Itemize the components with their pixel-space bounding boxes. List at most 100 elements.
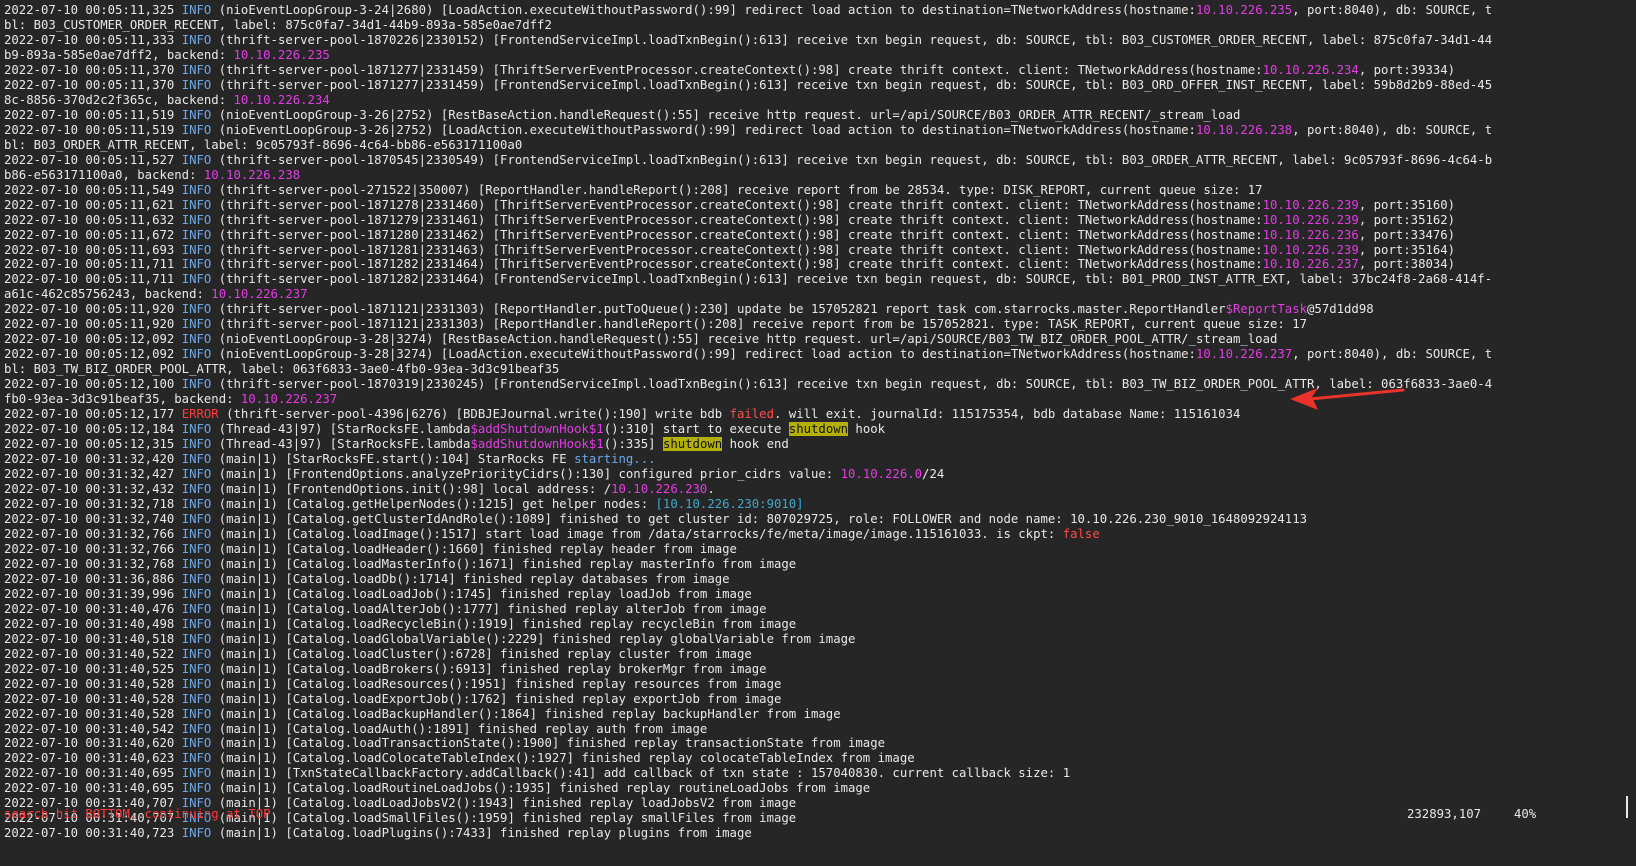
log-text: fb0-93ea-3d3c91beaf35, backend: xyxy=(4,392,241,407)
log-text: (thrift-server-pool-1871121|2331303) [Re… xyxy=(211,302,1226,317)
log-line: 2022-07-10 00:31:32,766 INFO (main|1) [C… xyxy=(4,542,1614,557)
log-text: , port:8040), db: SOURCE, t xyxy=(1292,3,1493,17)
log-text: 2022-07-10 00:31:40,695 xyxy=(4,766,182,781)
log-line: 2022-07-10 00:31:40,623 INFO (main|1) [C… xyxy=(4,751,1614,766)
ip-address: 10.10.226.239 xyxy=(1262,242,1359,257)
log-text: (main|1) [Catalog.loadMasterInfo():1671]… xyxy=(211,556,797,571)
log-text: 2022-07-10 00:05:11,711 xyxy=(4,272,182,287)
ip-address: 10.10.226.237 xyxy=(211,287,308,302)
log-text: 2022-07-10 00:05:12,315 xyxy=(4,437,182,452)
ip-address: 10.10.226.234 xyxy=(1262,62,1359,77)
log-line: 2022-07-10 00:05:11,325 INFO (nioEventLo… xyxy=(4,3,1614,18)
log-line: 2022-07-10 00:31:40,525 INFO (main|1) [C… xyxy=(4,662,1614,677)
log-text: 2022-07-10 00:05:12,092 xyxy=(4,332,182,347)
log-text: bl: B03_TW_BIZ_ORDER_POOL_ATTR, label: 0… xyxy=(4,362,560,377)
ip-address: 10.10.226.235 xyxy=(233,47,330,62)
ip-address: 10.10.226.235 xyxy=(1195,3,1293,17)
ip-address: 10.10.226.230 xyxy=(611,482,708,496)
log-text: 2022-07-10 00:05:11,711 xyxy=(4,257,182,272)
log-line: 2022-07-10 00:31:40,620 INFO (main|1) [C… xyxy=(4,736,1614,751)
ip-address: 10.10.226.237 xyxy=(240,392,338,407)
log-level-info: INFO xyxy=(181,646,212,661)
log-level-info: INFO xyxy=(181,332,212,347)
log-text: 2022-07-10 00:05:11,325 xyxy=(4,3,182,17)
log-text: 2022-07-10 00:05:12,100 xyxy=(4,377,182,392)
log-text: , port:33476) xyxy=(1358,227,1456,242)
log-text: /24 xyxy=(922,467,945,482)
log-text: 2022-07-10 00:31:40,476 xyxy=(4,601,182,616)
log-text: b86-e563171100a0, backend: xyxy=(4,167,204,182)
log-text: 2022-07-10 00:31:40,623 xyxy=(4,751,182,766)
log-text: (main|1) [Catalog.loadResources():1951] … xyxy=(211,676,782,691)
log-text: , port:35162) xyxy=(1358,212,1456,227)
ip-address: 10.10.226.239 xyxy=(1262,212,1359,227)
log-viewer[interactable]: 2022-07-10 00:05:11,325 INFO (nioEventLo… xyxy=(4,3,1614,841)
log-level-info: INFO xyxy=(181,781,212,796)
log-text: 2022-07-10 00:31:40,695 xyxy=(4,781,182,796)
log-text: (main|1) [Catalog.loadExportJob():1762] … xyxy=(211,691,782,706)
log-level-info: INFO xyxy=(181,257,212,272)
log-text: 2022-07-10 00:31:32,718 xyxy=(4,496,182,511)
log-level-info: INFO xyxy=(181,32,212,47)
log-text: 2022-07-10 00:05:12,177 xyxy=(4,407,182,422)
log-text: (thrift-server-pool-1871281|2331463) [Th… xyxy=(211,242,1263,257)
log-text: 2022-07-10 00:31:40,528 xyxy=(4,676,182,691)
log-text: (thrift-server-pool-1871282|2331464) [Th… xyxy=(211,257,1263,272)
log-level-info: INFO xyxy=(181,556,212,571)
log-text: (thrift-server-pool-1871280|2331462) [Th… xyxy=(211,227,1263,242)
log-text: b9-893a-585e0ae7dff2, backend: xyxy=(4,47,234,62)
log-level-info: INFO xyxy=(181,571,212,586)
ip-address: 10.10.226.236 xyxy=(1262,227,1359,242)
red-arrow-annotation xyxy=(1290,388,1405,410)
log-line: bl: B03_ORDER_ATTR_RECENT, label: 9c0579… xyxy=(4,138,1614,153)
log-text: 2022-07-10 00:05:11,621 xyxy=(4,197,182,212)
ip-address: 10.10.226.237 xyxy=(1262,257,1359,272)
log-line: b9-893a-585e0ae7dff2, backend: 10.10.226… xyxy=(4,48,1614,63)
log-level-info: INFO xyxy=(181,242,212,257)
log-level-info: INFO xyxy=(181,182,212,197)
log-level-info: INFO xyxy=(181,691,212,706)
log-line: 2022-07-10 00:05:11,672 INFO (thrift-ser… xyxy=(4,228,1614,243)
log-line: 2022-07-10 00:05:12,315 INFO (Thread-43|… xyxy=(4,437,1614,452)
log-text: 2022-07-10 00:31:40,528 xyxy=(4,691,182,706)
log-line: 2022-07-10 00:31:40,498 INFO (main|1) [C… xyxy=(4,617,1614,632)
log-line: 2022-07-10 00:05:11,693 INFO (thrift-ser… xyxy=(4,243,1614,258)
log-text: 2022-07-10 00:31:40,528 xyxy=(4,706,182,721)
log-level-error: ERROR xyxy=(181,407,219,422)
log-line: a61c-462c85756243, backend: 10.10.226.23… xyxy=(4,287,1614,302)
log-text: (main|1) [Catalog.getClusterIdAndRole():… xyxy=(211,511,1308,526)
log-line: 2022-07-10 00:31:32,427 INFO (main|1) [F… xyxy=(4,467,1614,482)
log-line: 2022-07-10 00:05:11,370 INFO (thrift-ser… xyxy=(4,78,1614,93)
log-text: 2022-07-10 00:05:11,672 xyxy=(4,227,182,242)
log-level-info: INFO xyxy=(181,751,212,766)
log-level-info: INFO xyxy=(181,661,212,676)
log-text: (thrift-server-pool-1870226|2330152) [Fr… xyxy=(211,32,1493,47)
log-line: 2022-07-10 00:31:32,718 INFO (main|1) [C… xyxy=(4,497,1614,512)
keyword: false xyxy=(1062,526,1100,541)
log-text: (main|1) [Catalog.loadBackupHandler():18… xyxy=(211,706,841,721)
log-line: 2022-07-10 00:05:12,184 INFO (Thread-43|… xyxy=(4,422,1614,437)
log-level-info: INFO xyxy=(181,706,212,721)
log-level-info: INFO xyxy=(181,62,212,77)
inner-class-name: $addShutdownHook$1 xyxy=(470,437,604,452)
terminal-window[interactable]: 2022-07-10 00:05:11,325 INFO (nioEventLo… xyxy=(0,0,1636,866)
log-level-info: INFO xyxy=(181,511,212,526)
log-text: (main|1) [Catalog.loadImage():1517] star… xyxy=(211,526,1063,541)
ip-address: 10.10.226.234 xyxy=(233,92,330,107)
log-text: , port:35164) xyxy=(1358,242,1456,257)
log-text: (main|1) [Catalog.loadDb():1714] finishe… xyxy=(211,571,730,586)
log-text: 2022-07-10 00:05:12,092 xyxy=(4,347,182,362)
scrollbar-thumb[interactable] xyxy=(1626,796,1628,818)
log-text: , port:38034) xyxy=(1358,257,1456,272)
log-text: , port:39334) xyxy=(1358,62,1456,77)
keyword: failed xyxy=(729,407,774,422)
log-text: (nioEventLoopGroup-3-26|2752) [LoadActio… xyxy=(211,122,1196,137)
log-level-info: INFO xyxy=(181,272,212,287)
log-line: bl: B03_TW_BIZ_ORDER_POOL_ATTR, label: 0… xyxy=(4,362,1614,377)
arrow-shaft xyxy=(1308,388,1405,401)
log-text: (Thread-43|97) [StarRocksFE.lambda xyxy=(211,422,471,437)
log-text: . xyxy=(707,482,715,496)
log-level-info: INFO xyxy=(181,122,212,137)
status-line: search hit BOTTOM, continuing at TOP 232… xyxy=(4,807,1614,823)
log-text: 2022-07-10 00:05:11,632 xyxy=(4,212,182,227)
